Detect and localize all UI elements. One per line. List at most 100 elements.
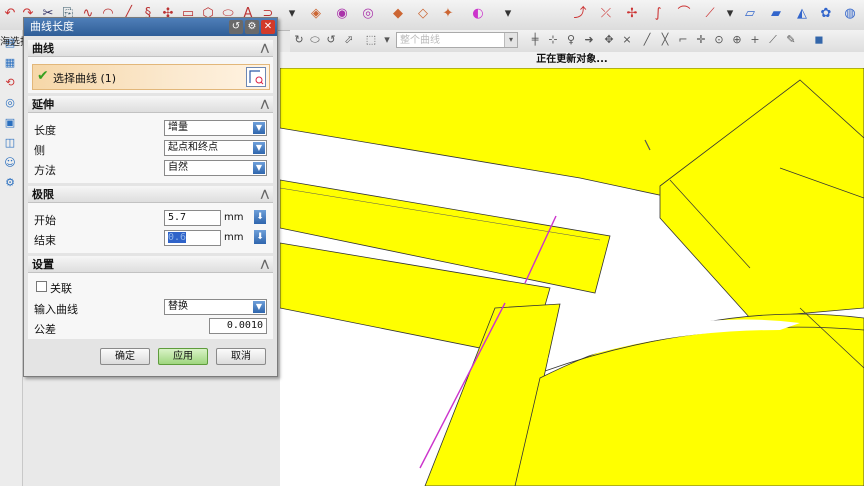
input-curve-value: 替换 (168, 301, 188, 312)
surface-c-icon[interactable]: ◭ (794, 6, 810, 22)
process-studio-icon[interactable]: ◫ (3, 136, 17, 150)
snap-grid-icon[interactable]: ✥ (602, 33, 616, 47)
curve-length-icon[interactable]: ⟋ (702, 6, 718, 22)
box-select-icon[interactable]: ⬚ (364, 33, 378, 47)
section-curve[interactable]: 曲线 ⋀ (28, 40, 273, 57)
system-icon[interactable]: ⚙ (3, 176, 17, 190)
history-icon[interactable]: ⟲ (3, 76, 17, 90)
undo-icon[interactable]: ↶ (2, 6, 18, 22)
surface-a-icon[interactable]: ▱ (742, 6, 758, 22)
brush-icon[interactable]: ✎ (784, 33, 798, 47)
start-input[interactable]: 5.7 (164, 210, 221, 226)
curve-dropdown-icon[interactable]: ▾ (722, 6, 738, 22)
trim-curve-icon[interactable]: ⤴ (572, 6, 588, 22)
end-input[interactable]: 0.6 (164, 230, 221, 246)
chevron-down-icon[interactable]: ▼ (253, 162, 265, 174)
length-select[interactable]: 增量 ▼ (164, 120, 267, 136)
curve-filter-select[interactable]: 整个曲线 ▾ (396, 32, 518, 48)
fillet-curve-icon[interactable]: ⌒ (676, 6, 692, 22)
cancel-button[interactable]: 取消 (216, 348, 266, 365)
view-tool-icon[interactable]: ◍ (842, 6, 858, 22)
rotate-view-icon[interactable]: ↻ (292, 33, 306, 47)
input-curve-select[interactable]: 替换 ▼ (164, 299, 267, 315)
web-icon[interactable]: ◎ (3, 96, 17, 110)
curve-select-icon (249, 70, 264, 85)
end-unit: mm (224, 232, 244, 243)
section-curve-title: 曲线 (32, 42, 54, 55)
side-select[interactable]: 起点和终点 ▼ (164, 140, 267, 156)
method-label: 方法 (34, 164, 56, 177)
select-arrow-icon[interactable]: ⬀ (342, 33, 356, 47)
dialog-title: 曲线长度 (30, 20, 74, 33)
model-canvas (280, 68, 864, 486)
method-select[interactable]: 自然 ▼ (164, 160, 267, 176)
snap-endpoint-icon[interactable]: ╪ (528, 33, 542, 47)
reuse-library-icon[interactable]: ▣ (3, 116, 17, 130)
start-spin-icon[interactable]: ⬇ (254, 210, 266, 224)
more-dropdown-icon[interactable]: ▾ (284, 6, 300, 22)
chevron-down-icon[interactable]: ▾ (504, 33, 517, 47)
surface-tool-icon[interactable]: ◆ (390, 6, 406, 22)
snap-control-icon[interactable]: ♀ (564, 33, 578, 47)
length-label: 长度 (34, 124, 56, 137)
collapse-icon[interactable]: ⋀ (261, 40, 269, 57)
snap-midpoint-icon[interactable]: ⊹ (546, 33, 560, 47)
method-value: 自然 (168, 162, 188, 173)
chevron-down-icon[interactable]: ▼ (253, 122, 265, 134)
snap-cross-icon[interactable]: ╳ (658, 33, 672, 47)
snap-arrow-icon[interactable]: ➜ (582, 33, 596, 47)
color-dropdown-icon[interactable]: ▾ (500, 6, 516, 22)
analysis-icon[interactable]: ✿ (818, 6, 834, 22)
curve-filter-value: 整个曲线 (400, 35, 440, 46)
sweep-icon[interactable]: ◎ (360, 6, 376, 22)
snap-circle-icon[interactable]: ⊙ (712, 33, 726, 47)
section-settings[interactable]: 设置 ⋀ (28, 256, 273, 273)
section-extend[interactable]: 延伸 ⋀ (28, 96, 273, 113)
roles-icon[interactable]: ☺ (3, 156, 17, 170)
divide-curve-icon[interactable]: ⤫ (598, 6, 614, 22)
dialog-title-bar[interactable]: 曲线长度 ↺ ⚙ ✕ (24, 18, 277, 36)
chevron-down-icon[interactable]: ▼ (253, 142, 265, 154)
extrude-icon[interactable]: ◈ (308, 6, 324, 22)
graphics-viewport[interactable] (280, 68, 864, 486)
box-select-dropdown-icon[interactable]: ▾ (380, 33, 394, 47)
tolerance-input[interactable]: 0.0010 (209, 318, 267, 334)
apply-button[interactable]: 应用 (158, 348, 208, 365)
ok-button[interactable]: 确定 (100, 348, 150, 365)
snap-intersect-icon[interactable]: ⨯ (620, 33, 634, 47)
section-limits-title: 极限 (32, 188, 54, 201)
color-tool-icon[interactable]: ◐ (470, 6, 486, 22)
snap-line-icon[interactable]: ╱ (640, 33, 654, 47)
snap-tangent-icon[interactable]: ⟋ (766, 33, 780, 47)
settings-gear-icon[interactable]: ⚙ (245, 20, 259, 34)
snap-bend-icon[interactable]: ⌐ (676, 33, 690, 47)
associative-label: 关联 (50, 282, 72, 295)
close-icon[interactable]: ✕ (261, 20, 275, 34)
snap-add-icon[interactable]: + (748, 33, 762, 47)
cube-view-icon[interactable]: ◼ (812, 33, 826, 47)
select-curve-row[interactable]: ✔ 选择曲线 (1) (32, 64, 270, 90)
shell-tool-icon[interactable]: ◇ (415, 6, 431, 22)
join-curve-icon[interactable]: ✢ (624, 6, 640, 22)
part-nav-icon[interactable]: ▦ (3, 56, 17, 70)
tolerance-label: 公差 (34, 323, 56, 336)
revolve-icon[interactable]: ◉ (334, 6, 350, 22)
collapse-icon[interactable]: ⋀ (261, 96, 269, 113)
select-curve-button[interactable] (246, 67, 266, 87)
end-spin-icon[interactable]: ⬇ (254, 230, 266, 244)
surface-b-icon[interactable]: ▰ (768, 6, 784, 22)
collapse-icon[interactable]: ⋀ (261, 186, 269, 203)
zoom-view-icon[interactable]: ↺ (324, 33, 338, 47)
blend-tool-icon[interactable]: ✦ (440, 6, 456, 22)
associative-checkbox[interactable] (36, 281, 47, 292)
snap-center-icon[interactable]: ⊕ (730, 33, 744, 47)
chevron-down-icon[interactable]: ▼ (253, 301, 265, 313)
pan-view-icon[interactable]: ⬭ (308, 33, 322, 47)
snap-plus-icon[interactable]: ✛ (694, 33, 708, 47)
reset-icon[interactable]: ↺ (229, 20, 243, 34)
end-value: 0.6 (168, 232, 187, 243)
bridge-curve-icon[interactable]: ∫ (650, 6, 666, 22)
collapse-icon[interactable]: ⋀ (261, 256, 269, 273)
limits-panel (28, 203, 273, 253)
section-limits[interactable]: 极限 ⋀ (28, 186, 273, 203)
